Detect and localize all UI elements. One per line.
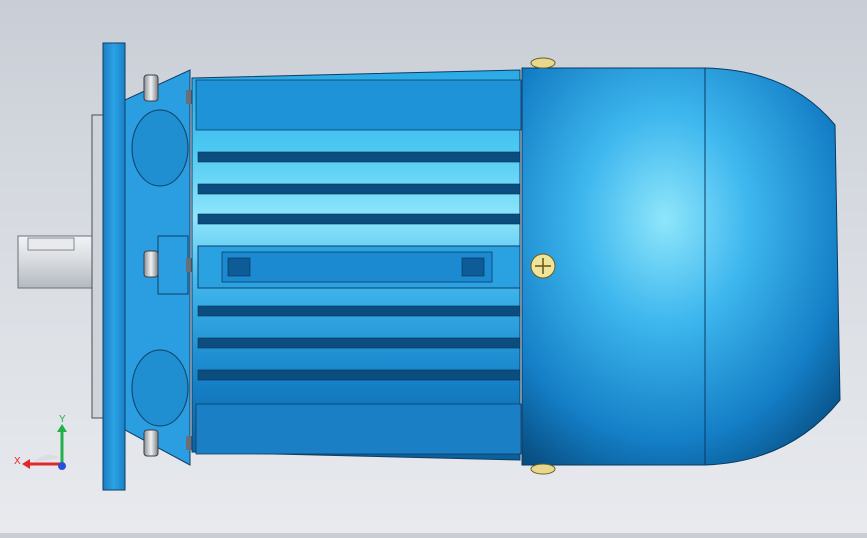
- cad-3d-viewport[interactable]: [0, 0, 867, 533]
- y-axis-label: Y: [59, 414, 66, 425]
- z-axis-dot: [58, 462, 66, 470]
- motor-shaft: [17, 235, 99, 289]
- fan-cover: [521, 67, 841, 466]
- x-axis-head: [22, 459, 30, 469]
- mounting-flange: [91, 42, 126, 491]
- orientation-triad: Y X: [14, 410, 74, 480]
- y-axis-head: [57, 424, 67, 432]
- terminal-box: [197, 245, 521, 289]
- x-axis-label: X: [14, 456, 21, 467]
